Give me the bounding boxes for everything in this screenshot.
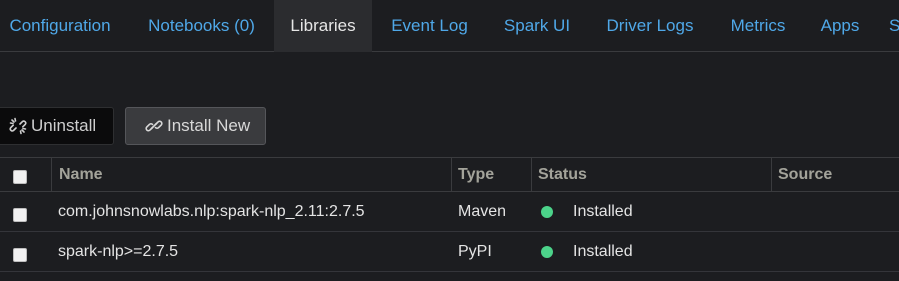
tab-libraries[interactable]: Libraries <box>274 0 372 52</box>
row-checkbox[interactable] <box>13 208 27 222</box>
uninstall-label: Uninstall <box>31 116 97 135</box>
status-indicator <box>541 245 553 258</box>
library-panel: Configuration Notebooks (0) Libraries Ev… <box>0 0 899 281</box>
library-name: com.johnsnowlabs.nlp:spark-nlp_2.11:2.7.… <box>58 202 365 220</box>
tab-apps[interactable]: Apps <box>810 0 870 52</box>
tab-notebooks[interactable]: Notebooks (0) <box>134 0 269 52</box>
status-label: Installed <box>573 242 633 260</box>
install-new-button[interactable]: Install New <box>125 107 266 145</box>
tab-label: Spark UI <box>503 16 571 35</box>
header-source[interactable]: Source <box>778 158 832 191</box>
tab-bar: Configuration Notebooks (0) Libraries Ev… <box>0 0 899 52</box>
column-divider <box>51 158 52 191</box>
library-name: spark-nlp>=2.7.5 <box>58 242 179 260</box>
uninstall-button[interactable]: Uninstall <box>0 107 114 145</box>
select-all-checkbox[interactable] <box>13 170 27 184</box>
library-type: Maven <box>458 202 507 220</box>
tab-overflow[interactable]: S <box>889 0 899 52</box>
column-divider <box>531 158 532 191</box>
status-label: Installed <box>573 202 633 220</box>
tab-label: Driver Logs <box>606 16 694 35</box>
library-type: PyPI <box>458 242 492 260</box>
tab-configuration[interactable]: Configuration <box>0 0 120 52</box>
header-status[interactable]: Status <box>538 158 587 191</box>
tab-label: S <box>889 16 899 35</box>
tab-spark-ui[interactable]: Spark UI <box>492 0 582 52</box>
status-indicator <box>541 205 553 218</box>
install-new-label: Install New <box>167 116 251 135</box>
table-header: Name Type Status Source <box>0 157 899 192</box>
row-checkbox[interactable] <box>13 248 27 262</box>
library-status: Installed <box>541 232 633 271</box>
tab-label: Apps <box>820 16 860 35</box>
library-status: Installed <box>541 192 633 231</box>
link-icon <box>145 117 163 135</box>
tab-driver-logs[interactable]: Driver Logs <box>595 0 705 52</box>
tab-label: Configuration <box>9 16 111 35</box>
tab-label: Metrics <box>730 16 786 35</box>
header-name[interactable]: Name <box>59 158 103 191</box>
header-type[interactable]: Type <box>458 158 494 191</box>
broken-link-icon <box>9 117 27 135</box>
column-divider <box>771 158 772 191</box>
tab-label: Notebooks (0) <box>148 16 255 35</box>
table-row: spark-nlp>=2.7.5 PyPI Installed <box>0 232 899 272</box>
tab-event-log[interactable]: Event Log <box>380 0 479 52</box>
tab-label: Event Log <box>391 16 468 35</box>
column-divider <box>451 158 452 191</box>
tab-label: Libraries <box>290 16 356 35</box>
tab-metrics[interactable]: Metrics <box>718 0 798 52</box>
table-row: com.johnsnowlabs.nlp:spark-nlp_2.11:2.7.… <box>0 192 899 232</box>
